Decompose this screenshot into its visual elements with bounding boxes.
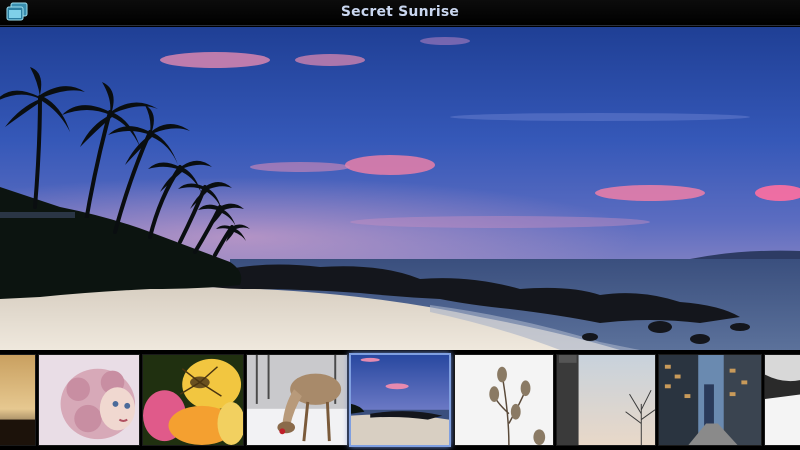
thumbnail-sunrise-beach[interactable]	[349, 353, 451, 447]
thumbnail-doll[interactable]	[38, 354, 140, 446]
thumbnail-sunset-edge[interactable]	[0, 354, 36, 446]
filmstrip	[0, 350, 800, 450]
photo-viewer-app: Secret Sunrise	[0, 0, 800, 450]
window-title: Secret Sunrise	[340, 4, 460, 20]
thumbnail-tower-tree[interactable]	[556, 354, 656, 446]
title-bar: Secret Sunrise	[0, 0, 800, 26]
sunrise-beach-photo	[0, 27, 800, 350]
thumbnail-snowy-edge[interactable]	[764, 354, 800, 446]
thumbnail-deer-snow[interactable]	[246, 354, 348, 446]
thumbnail-flower-spider[interactable]	[142, 354, 244, 446]
thumbnail-dried-seed-pods[interactable]	[454, 354, 554, 446]
main-photo[interactable]	[0, 27, 800, 350]
thumbnail-city-street[interactable]	[658, 354, 762, 446]
